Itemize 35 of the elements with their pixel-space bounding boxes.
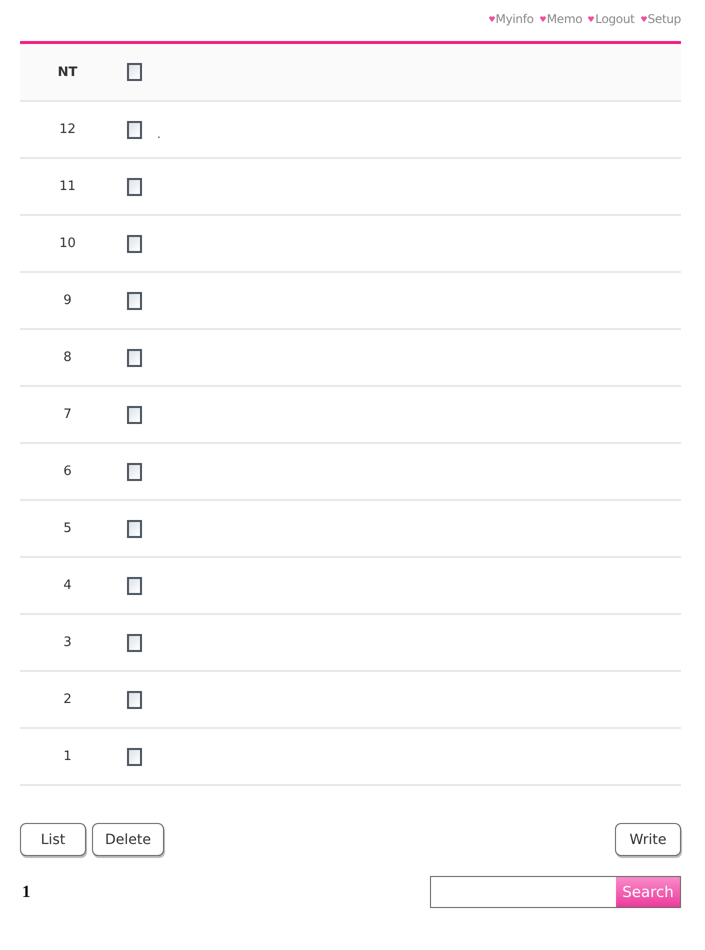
checkbox[interactable] <box>127 178 142 196</box>
checkbox[interactable] <box>127 292 142 310</box>
action-button[interactable]: Delete <box>92 823 164 856</box>
checkbox[interactable] <box>127 520 142 538</box>
row-number: 5 <box>62 521 73 536</box>
checkbox[interactable] <box>127 634 142 652</box>
heart-icon <box>540 16 546 22</box>
checkbox[interactable] <box>127 234 142 252</box>
row-number: 3 <box>62 635 73 650</box>
row-number: 2 <box>62 692 73 707</box>
row-number: 6 <box>62 464 73 479</box>
heart-icon <box>588 16 594 22</box>
checkbox[interactable] <box>127 120 142 138</box>
heart-icon <box>488 16 495 22</box>
post-title[interactable]: . <box>157 126 161 140</box>
action-button[interactable]: Write <box>615 823 681 856</box>
row-number: 10 <box>58 236 77 251</box>
row-number: 1 <box>62 749 73 764</box>
row-number: 11 <box>58 179 77 194</box>
action-button[interactable]: List <box>20 823 86 856</box>
row-number: 9 <box>62 293 73 308</box>
checkbox[interactable] <box>127 462 142 480</box>
checkbox[interactable] <box>127 576 142 594</box>
checkbox[interactable] <box>127 348 142 366</box>
heart-icon <box>640 16 647 22</box>
column-header: NT <box>56 64 78 80</box>
row-number: 7 <box>62 407 73 422</box>
checkbox[interactable] <box>127 63 142 81</box>
page-number[interactable]: 1 <box>22 882 30 901</box>
checkbox[interactable] <box>127 748 142 766</box>
row-number: 8 <box>62 350 73 365</box>
checkbox[interactable] <box>127 406 142 424</box>
row-number: 12 <box>58 122 77 137</box>
row-number: 4 <box>62 578 73 593</box>
checkbox[interactable] <box>127 690 142 708</box>
